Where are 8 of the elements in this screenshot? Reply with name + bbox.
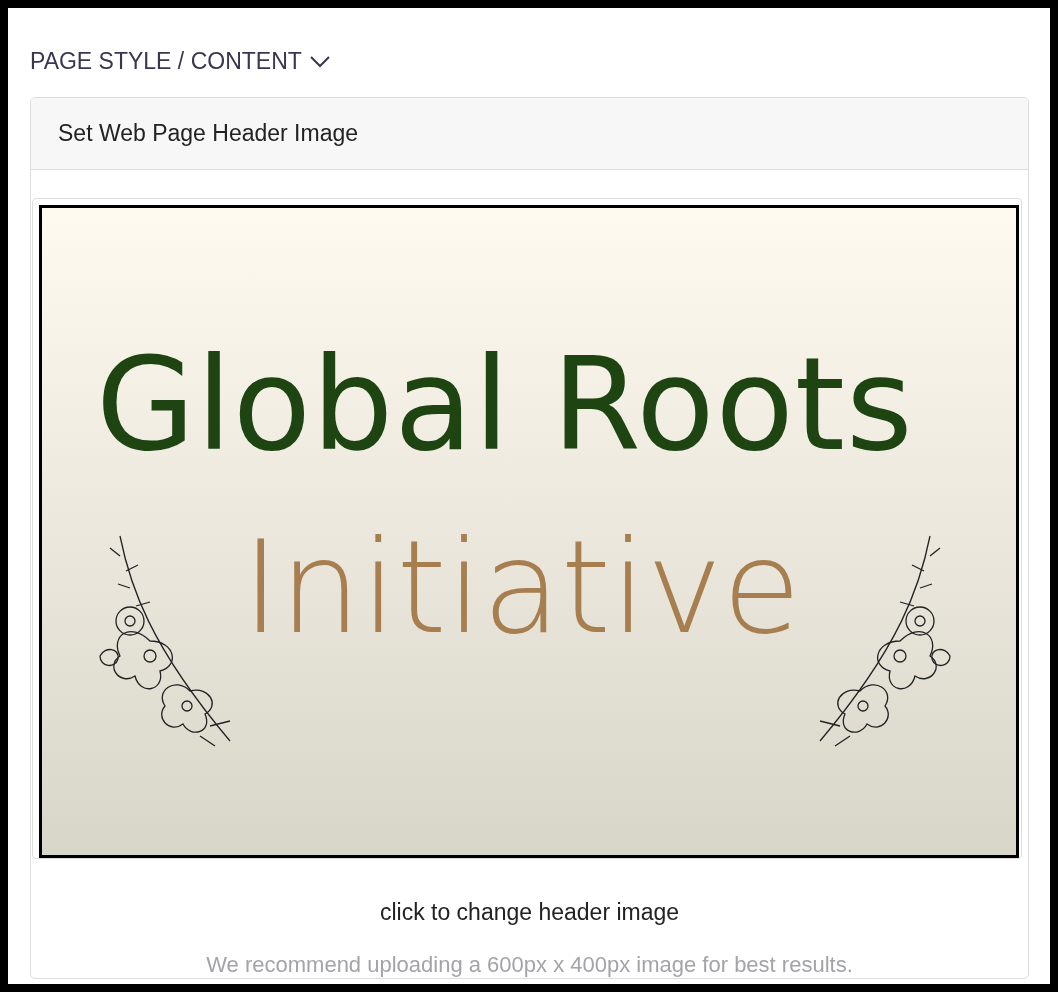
section-toggle[interactable]: PAGE STYLE / CONTENT [30, 48, 330, 75]
image-title: Global Roots [96, 330, 914, 479]
image-size-hint: We recommend uploading a 600px x 400px image for best results. [205, 952, 854, 978]
image-caption: click to change header image [378, 899, 681, 926]
header-image-button[interactable]: Global Roots Initiative [32, 198, 1022, 859]
image-subtitle: Initiative [242, 513, 801, 662]
card-header: Set Web Page Header Image [31, 98, 1028, 170]
chevron-icon [309, 55, 330, 68]
